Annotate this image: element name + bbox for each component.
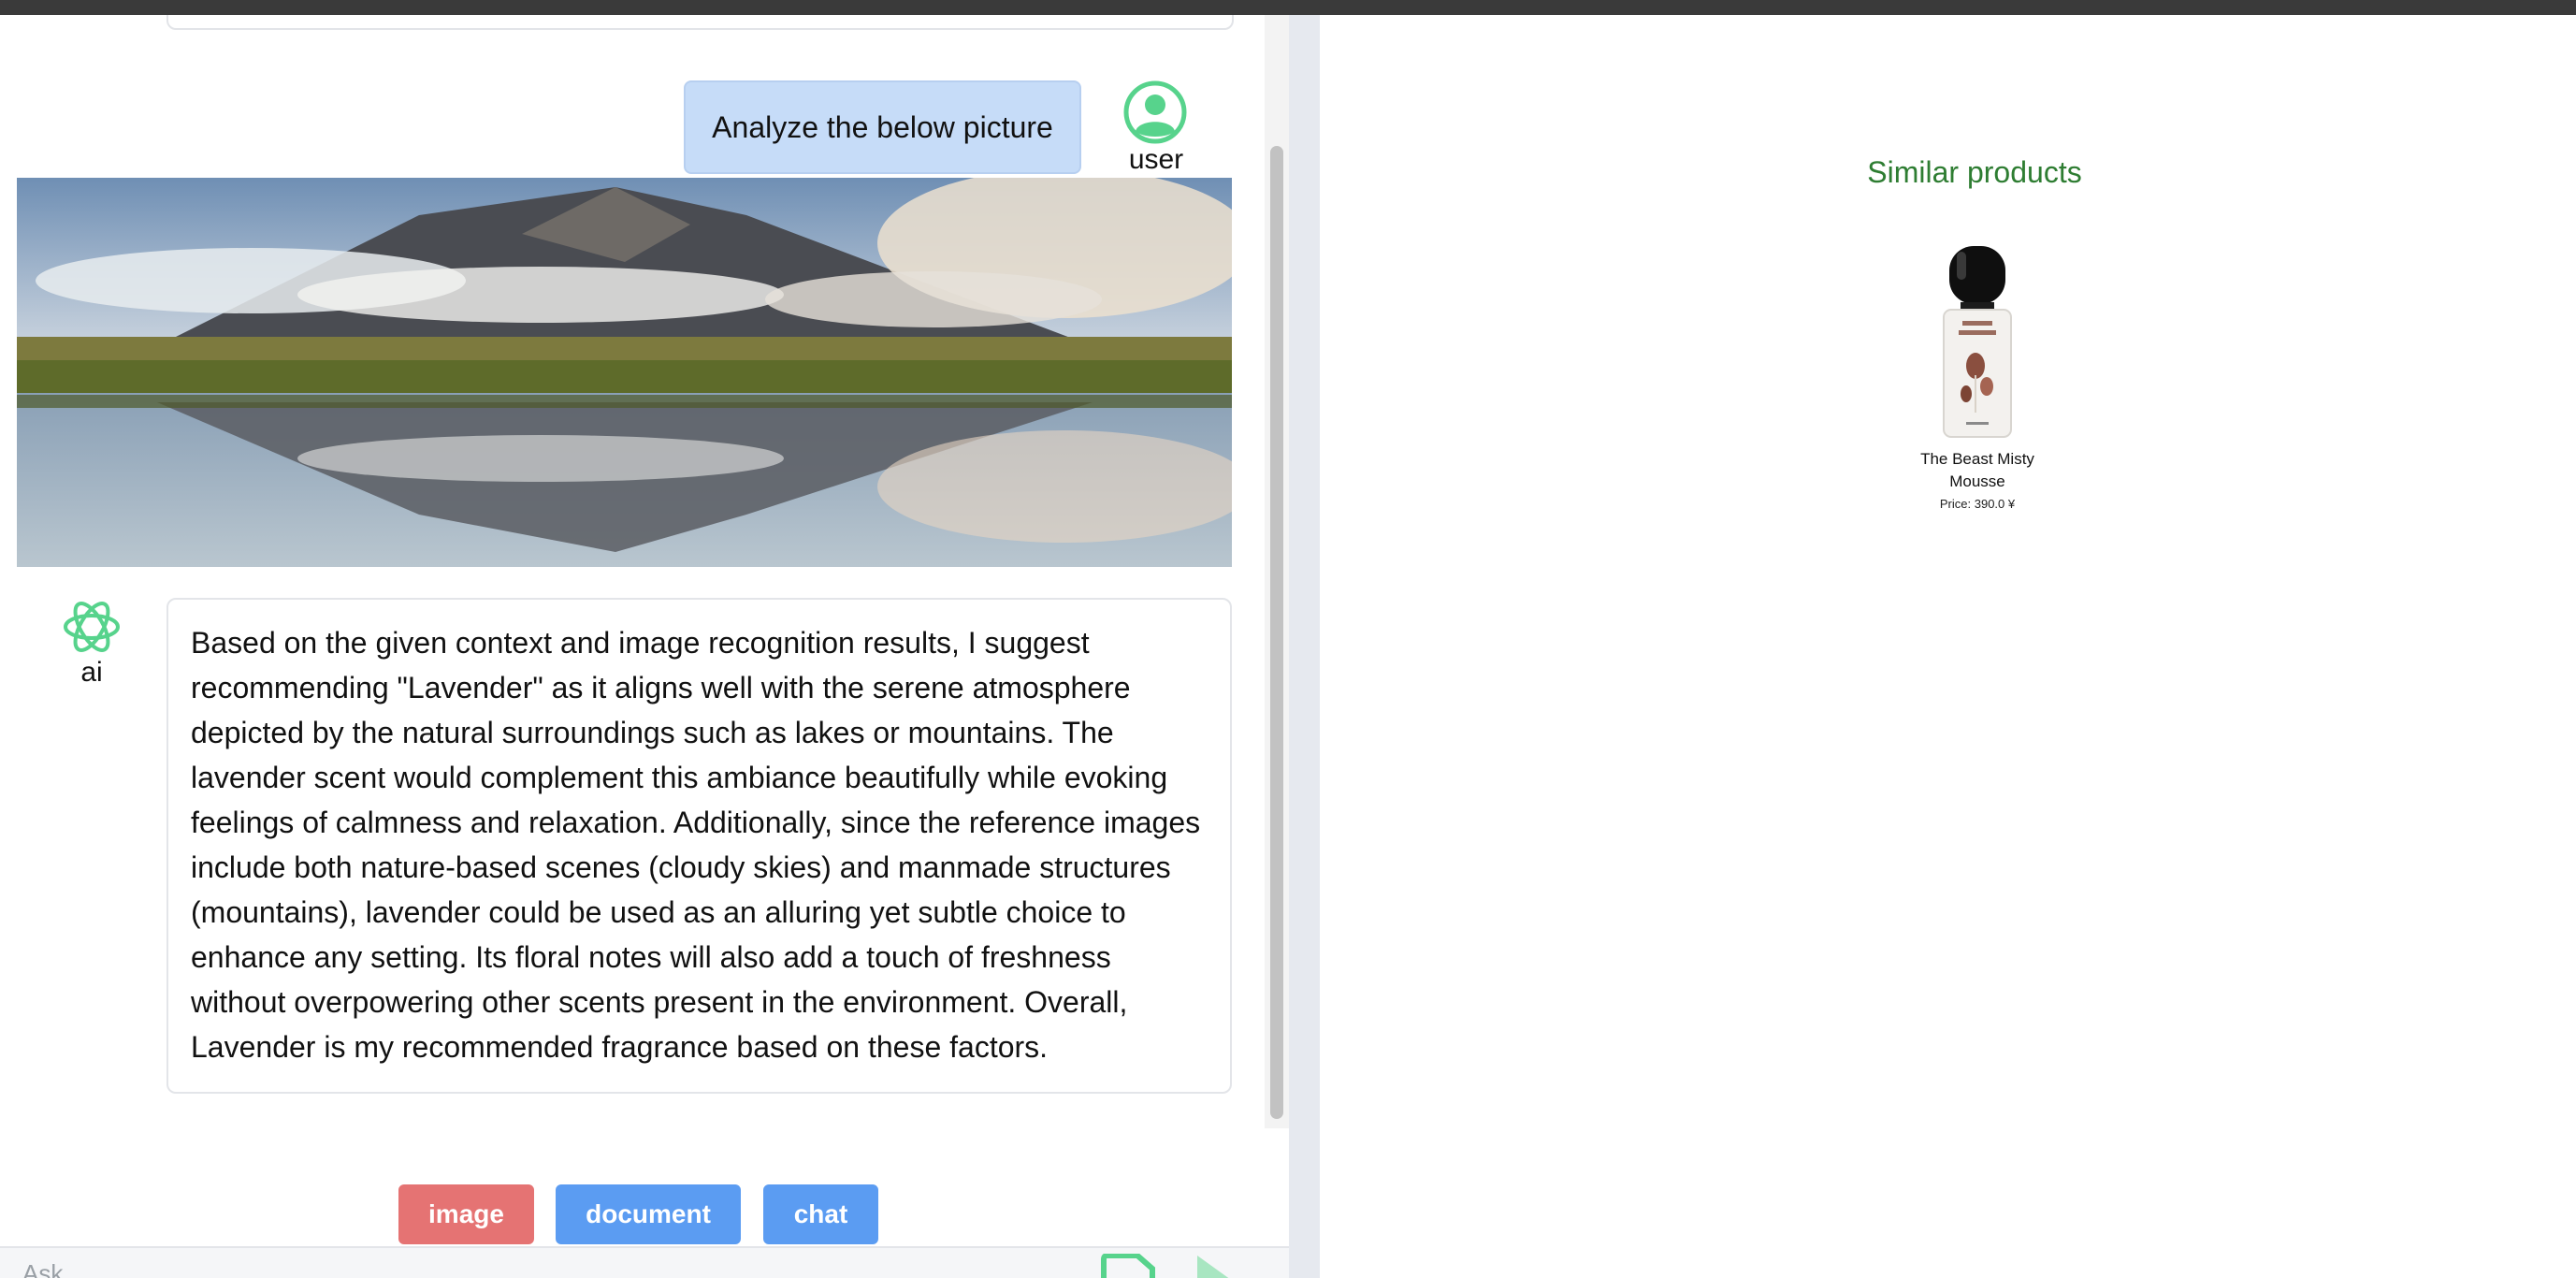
similar-products-title: Similar products: [1867, 155, 2082, 189]
file-upload-icon[interactable]: [1100, 1254, 1156, 1278]
scrollbar-thumb[interactable]: [1270, 146, 1283, 1119]
user-label: user: [1128, 144, 1184, 175]
product-name: The Beast Misty Mousse: [1920, 450, 2034, 490]
panel-divider[interactable]: [1289, 15, 1320, 1278]
ai-message-bubble: Based on the given context and image rec…: [166, 598, 1232, 1094]
browser-top-bar: [0, 0, 2576, 15]
user-circle-icon: [1123, 80, 1187, 144]
image-mode-button[interactable]: image: [398, 1184, 534, 1244]
product-price: Price: 390.0 ¥: [1939, 497, 2016, 511]
chat-mode-button[interactable]: chat: [763, 1184, 878, 1244]
message-input-placeholder: Ask...: [22, 1259, 84, 1278]
perfume-bottle-image: [1943, 246, 2012, 438]
user-message-bubble: Analyze the below picture: [684, 80, 1081, 174]
previous-message-card: [166, 15, 1234, 30]
mountain-lake-reflection-photo: [17, 178, 1232, 567]
ai-label: ai: [80, 657, 103, 688]
openai-logo-icon: [64, 602, 120, 652]
product-card[interactable]: The Beast Misty Mousse Price: 390.0 ¥: [1900, 244, 2055, 511]
message-input-bar[interactable]: Ask...: [0, 1246, 1289, 1278]
similar-products-panel: Similar products The Beast Misty Mousse …: [1320, 15, 2576, 1278]
send-icon[interactable]: [1197, 1256, 1244, 1278]
chat-panel: Analyze the below picture user ai Based …: [0, 15, 1289, 1278]
document-mode-button[interactable]: document: [556, 1184, 741, 1244]
